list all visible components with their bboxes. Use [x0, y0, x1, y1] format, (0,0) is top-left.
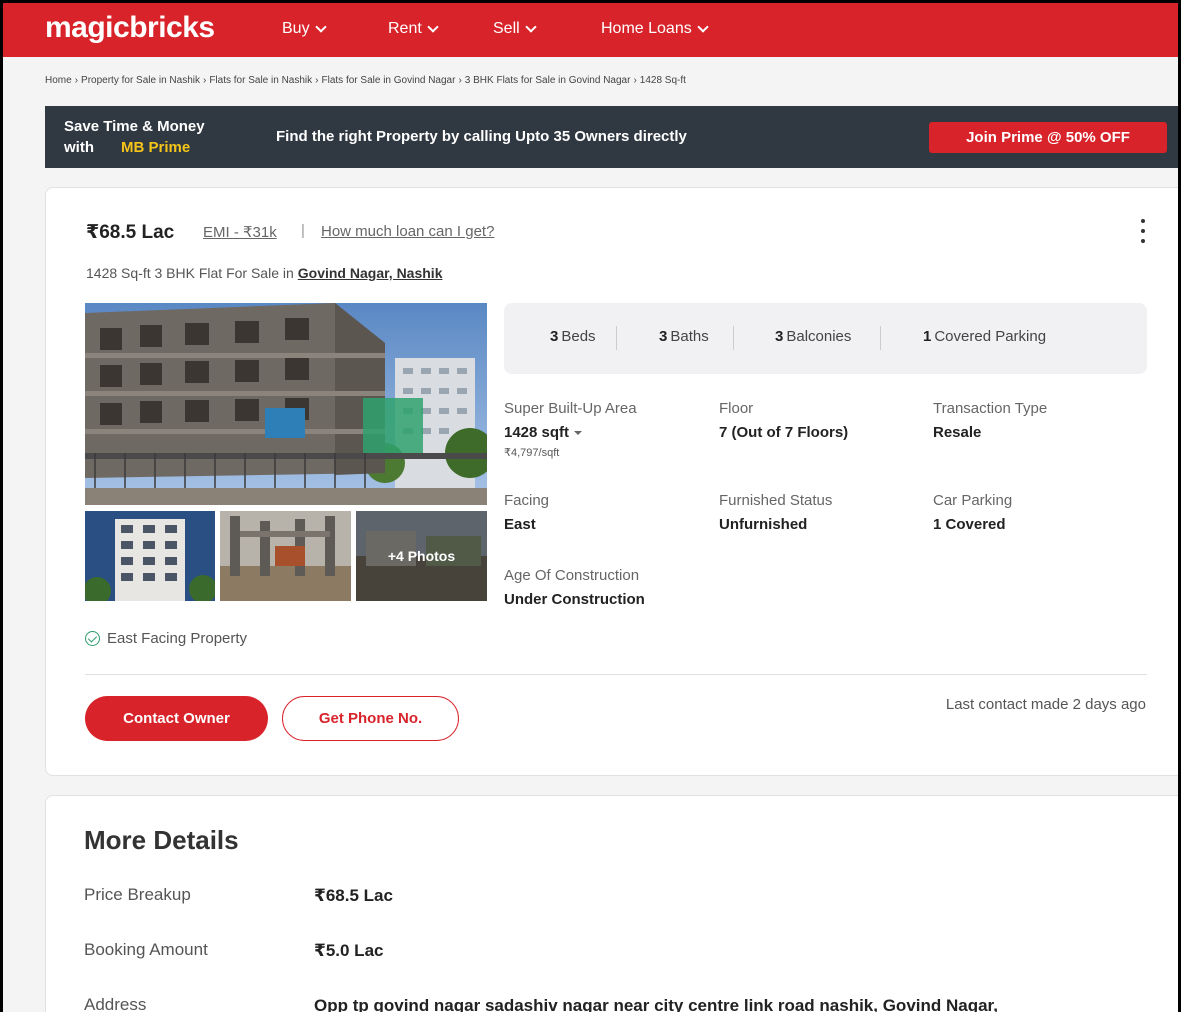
age-value: Under Construction: [504, 591, 645, 608]
balconies-summary: 3 Balconies: [775, 328, 852, 345]
thumbnail-photo[interactable]: [220, 511, 351, 601]
prime-tagline-2: with MB Prime: [64, 139, 190, 156]
transaction-label: Transaction Type: [933, 400, 1048, 417]
page: magicbricks Buy Rent Sell Home Loans Hom…: [0, 0, 1181, 1012]
breadcrumb-flats-govind-nagar[interactable]: Flats for Sale in Govind Nagar: [322, 75, 456, 86]
facing-label: Facing: [504, 492, 550, 509]
contact-owner-button[interactable]: Contact Owner: [85, 696, 268, 741]
locality-link[interactable]: Govind Nagar, Nashik: [298, 265, 443, 281]
prime-tagline: Save Time & Money: [64, 118, 205, 135]
construction-site-thumbnail: [220, 511, 351, 601]
chevron-down-icon: [525, 20, 537, 33]
more-details-card: More Details Price Breakup ₹68.5 Lac Boo…: [45, 795, 1178, 1012]
furnished-value: Unfurnished: [719, 516, 808, 533]
rendered-building-thumbnail: [85, 511, 215, 601]
age-label: Age Of Construction: [504, 567, 640, 584]
price-breakup-label: Price Breakup: [84, 885, 191, 904]
breadcrumb-current: 1428 Sq-ft: [639, 75, 686, 86]
check-circle-icon: [85, 631, 100, 646]
transaction-value: Resale: [933, 424, 982, 441]
emi-link[interactable]: EMI - ₹31k: [203, 223, 277, 241]
breadcrumb-separator: ›: [633, 75, 637, 86]
divider: |: [301, 222, 305, 239]
chevron-down-icon: [697, 20, 709, 33]
get-phone-button[interactable]: Get Phone No.: [282, 696, 459, 741]
caret-down-icon: [574, 431, 583, 436]
breadcrumb-separator: ›: [458, 75, 462, 86]
nav-buy[interactable]: Buy: [282, 20, 327, 38]
floor-label: Floor: [719, 400, 754, 417]
parking-label: Car Parking: [933, 492, 1013, 509]
breadcrumb-separator: ›: [74, 75, 79, 86]
chevron-down-icon: [314, 20, 327, 33]
highlight-east-facing: East Facing Property: [85, 630, 247, 647]
nav-home-loans[interactable]: Home Loans: [601, 20, 709, 38]
parking-summary: 1 Covered Parking: [923, 328, 1047, 345]
booking-amount-value: ₹5.0 Lac: [314, 941, 384, 960]
address-value: Opp tp govind nagar sadashiv nagar near …: [314, 996, 998, 1012]
area-label: Super Built-Up Area: [504, 400, 637, 417]
summary-divider: [616, 326, 617, 350]
nav-rent[interactable]: Rent: [388, 20, 439, 38]
more-photos-label: +4 Photos: [356, 511, 487, 601]
building-photo: [85, 303, 487, 505]
listing-card: ₹68.5 Lac EMI - ₹31k | How much loan can…: [45, 187, 1178, 776]
last-contact-text: Last contact made 2 days ago: [945, 696, 1146, 713]
prime-banner: Save Time & Money with MB Prime Find the …: [45, 106, 1178, 168]
breadcrumb-property-sale-nashik[interactable]: Property for Sale in Nashik: [81, 75, 200, 86]
prime-with: with: [64, 139, 94, 156]
nav-home-loans-label: Home Loans: [601, 20, 692, 37]
breadcrumb-flats-sale-nashik[interactable]: Flats for Sale in Nashik: [209, 75, 312, 86]
prime-message: Find the right Property by calling Upto …: [276, 128, 687, 145]
loan-eligibility-link[interactable]: How much loan can I get?: [321, 223, 494, 240]
divider: [85, 674, 1147, 675]
more-details-title: More Details: [84, 825, 239, 855]
area-value[interactable]: 1428 sqft: [504, 424, 583, 441]
nav-buy-label: Buy: [282, 20, 310, 37]
thumbnail-photo[interactable]: [85, 511, 215, 601]
beds-summary: 3 Beds: [550, 328, 596, 345]
price-breakup-value: ₹68.5 Lac: [314, 886, 393, 905]
listing-title: 1428 Sq-ft 3 BHK Flat For Sale in Govind …: [86, 265, 442, 281]
summary-divider: [880, 326, 881, 350]
listing-price: ₹68.5 Lac: [86, 222, 175, 243]
magicbricks-logo[interactable]: magicbricks: [45, 11, 215, 45]
breadcrumb-separator: ›: [315, 75, 319, 86]
prime-brand: MB Prime: [121, 139, 191, 156]
baths-summary: 3 Baths: [659, 328, 709, 345]
summary-divider: [733, 326, 734, 350]
address-label: Address: [84, 995, 147, 1012]
floor-value: 7 (Out of 7 Floors): [719, 424, 849, 441]
join-prime-button[interactable]: Join Prime @ 50% OFF: [929, 122, 1167, 153]
site-header: magicbricks Buy Rent Sell Home Loans: [3, 3, 1178, 57]
highlight-text: East Facing Property: [107, 630, 248, 647]
facing-value: East: [504, 516, 536, 533]
chevron-down-icon: [427, 20, 439, 33]
key-features-bar: 3 Beds 3 Baths 3 Balconies 1 Covered Parking: [504, 303, 1147, 374]
furnished-label: Furnished Status: [719, 492, 833, 509]
breadcrumb: Home › Property for Sale in Nashik › Flats…: [45, 75, 686, 86]
nav-rent-label: Rent: [388, 20, 422, 37]
main-property-photo[interactable]: [85, 303, 487, 505]
nav-sell-label: Sell: [493, 20, 520, 37]
breadcrumb-home[interactable]: Home: [45, 75, 72, 86]
listing-title-text: 1428 Sq-ft 3 BHK Flat For Sale in: [86, 265, 294, 281]
area-rate: ₹4,797/sqft: [504, 447, 560, 459]
booking-amount-label: Booking Amount: [84, 940, 208, 959]
more-options-icon[interactable]: [1138, 219, 1148, 243]
breadcrumb-separator: ›: [202, 75, 207, 86]
more-photos-thumbnail[interactable]: +4 Photos: [356, 511, 487, 601]
breadcrumb-3bhk-govind-nagar[interactable]: 3 BHK Flats for Sale in Govind Nagar: [465, 75, 631, 86]
parking-value: 1 Covered: [933, 516, 1006, 533]
nav-sell[interactable]: Sell: [493, 20, 537, 38]
